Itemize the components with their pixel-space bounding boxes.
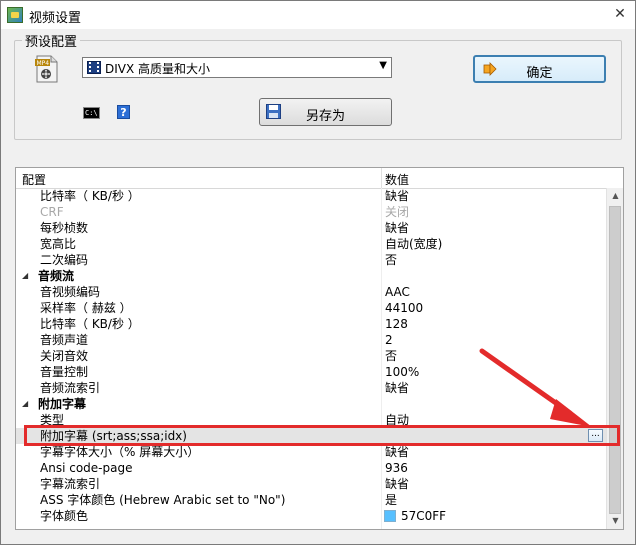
row-subtitle-stream-index[interactable]: 字幕流索引 缺省 <box>16 476 606 492</box>
ok-button-label: 确定 <box>526 66 553 81</box>
row-two-pass[interactable]: 二次编码 否 <box>16 252 606 268</box>
property-name: 采样率（ 赫兹 ） <box>40 301 132 315</box>
window-title: 视频设置 <box>29 11 82 26</box>
property-name: 字幕流索引 <box>40 477 101 491</box>
row-crf: CRF 关闭 <box>16 204 606 220</box>
app-icon <box>7 7 23 23</box>
row-frame-rate[interactable]: 每秒桢数 缺省 <box>16 220 606 236</box>
property-name: 音量控制 <box>40 365 89 379</box>
property-value[interactable]: AAC <box>385 284 410 300</box>
property-name: 比特率（ KB/秒 ） <box>40 189 140 203</box>
preset-legend: 预设配置 <box>22 31 81 50</box>
row-font-color[interactable]: 字体颜色 57C0FF <box>16 508 606 524</box>
property-value[interactable]: 100% <box>385 364 419 380</box>
mp4-file-icon: MP4 <box>35 55 58 83</box>
property-name: 宽高比 <box>40 237 77 251</box>
property-name: 音视频编码 <box>40 285 101 299</box>
property-value[interactable]: 缺省 <box>385 380 409 396</box>
collapse-triangle-icon[interactable]: ◢ <box>22 396 28 412</box>
property-name: 每秒桢数 <box>40 221 89 235</box>
ok-button[interactable]: 确定 <box>473 55 606 83</box>
row-ansi-code-page[interactable]: Ansi code-page 936 <box>16 460 606 476</box>
property-value[interactable]: 否 <box>385 348 397 364</box>
property-name: 音频声道 <box>40 333 89 347</box>
property-name: CRF <box>40 205 64 219</box>
save-as-label: 另存为 <box>305 109 345 124</box>
row-audio-bitrate[interactable]: 比特率（ KB/秒 ） 128 <box>16 316 606 332</box>
row-audio-codec[interactable]: 音视频编码 AAC <box>16 284 606 300</box>
group-name: 音频流 <box>38 269 75 283</box>
property-value[interactable]: 57C0FF <box>401 508 446 524</box>
property-name: 关闭音效 <box>40 349 89 363</box>
property-name: 比特率（ KB/秒 ） <box>40 317 140 331</box>
close-icon[interactable]: ✕ <box>611 5 629 23</box>
property-name: 字体颜色 <box>40 509 89 523</box>
property-value[interactable]: 936 <box>385 460 408 476</box>
property-value[interactable]: 缺省 <box>385 220 409 236</box>
property-name: ASS 字体颜色 (Hebrew Arabic set to "No") <box>40 493 286 507</box>
row-ass-font-color[interactable]: ASS 字体颜色 (Hebrew Arabic set to "No") 是 <box>16 492 606 508</box>
property-value: 关闭 <box>385 205 410 219</box>
help-icon[interactable]: ? <box>117 105 130 119</box>
preset-selected-value: DIVX 高质量和大小 <box>105 62 211 76</box>
property-name: 字幕字体大小（% 屏幕大小） <box>40 445 200 459</box>
collapse-triangle-icon[interactable]: ◢ <box>22 268 28 284</box>
column-header-value[interactable]: 数值 <box>385 171 409 188</box>
property-value[interactable]: 否 <box>385 252 397 268</box>
scrollbar-thumb[interactable] <box>609 206 621 514</box>
title-bar: 视频设置 ✕ <box>1 1 635 29</box>
scroll-down-icon[interactable]: ▼ <box>608 513 623 529</box>
film-icon <box>87 61 101 74</box>
color-swatch[interactable] <box>384 510 396 522</box>
group-name: 附加字幕 <box>38 397 87 411</box>
column-header-name[interactable]: 配置 <box>22 171 46 188</box>
save-as-button[interactable]: 另存为 <box>259 98 392 126</box>
property-name: 音频流索引 <box>40 381 101 395</box>
scroll-up-icon[interactable]: ▲ <box>608 188 623 204</box>
property-value[interactable]: 是 <box>385 492 397 508</box>
preset-dropdown[interactable]: DIVX 高质量和大小 ▼ <box>82 57 392 78</box>
svg-text:MP4: MP4 <box>37 60 50 67</box>
property-value[interactable]: 2 <box>385 332 393 348</box>
row-aspect-ratio[interactable]: 宽高比 自动(宽度) <box>16 236 606 252</box>
row-video-bitrate[interactable]: 比特率（ KB/秒 ） 缺省 <box>16 188 606 204</box>
property-value[interactable]: 128 <box>385 316 408 332</box>
command-line-icon[interactable]: C:\ <box>83 107 100 119</box>
property-name: Ansi code-page <box>40 461 133 475</box>
property-value[interactable]: 自动(宽度) <box>385 236 442 252</box>
property-value[interactable]: 缺省 <box>385 476 409 492</box>
property-name: 二次编码 <box>40 253 89 267</box>
group-audio-stream[interactable]: ◢ 音频流 <box>16 268 606 284</box>
dropdown-arrow-icon[interactable]: ▼ <box>379 60 387 71</box>
property-value[interactable]: 44100 <box>385 300 423 316</box>
grid-header: 配置 数值 <box>16 168 623 189</box>
property-value[interactable]: 缺省 <box>385 188 409 204</box>
row-subtitle-font-size[interactable]: 字幕字体大小（% 屏幕大小） 缺省 <box>16 444 606 460</box>
annotation-arrow-icon <box>479 348 592 427</box>
header-divider <box>381 168 382 188</box>
row-sample-rate[interactable]: 采样率（ 赫兹 ） 44100 <box>16 300 606 316</box>
property-value[interactable]: 缺省 <box>385 444 409 460</box>
vertical-scrollbar[interactable]: ▲ ▼ <box>606 188 623 529</box>
